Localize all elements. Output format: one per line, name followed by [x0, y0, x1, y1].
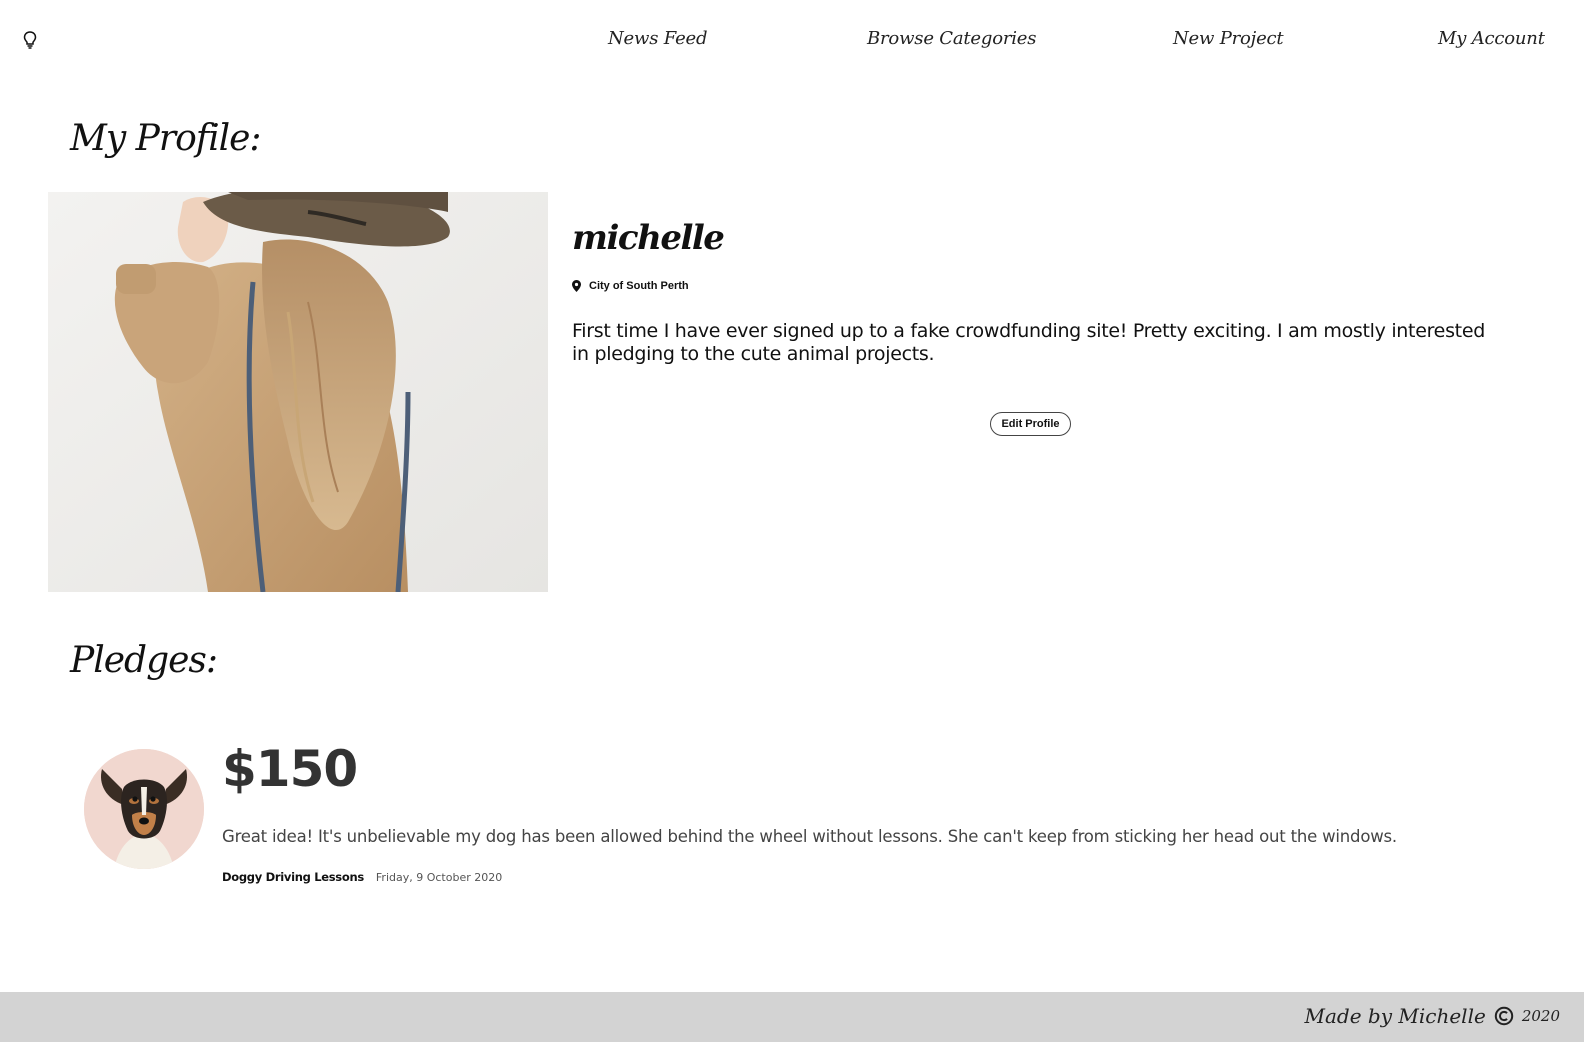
copyright-icon — [1494, 1006, 1514, 1026]
top-nav: News Feed Browse Categories New Project … — [0, 0, 1584, 80]
nav-link-browse-categories[interactable]: Browse Categories — [867, 28, 1036, 49]
pledge-comment: Great idea! It's unbelievable my dog has… — [222, 827, 1397, 846]
edit-profile-button[interactable]: Edit Profile — [990, 412, 1071, 436]
pledge-meta: Doggy Driving Lessons Friday, 9 October … — [222, 870, 502, 884]
location-label: City of South Perth — [589, 280, 689, 292]
profile-bio: First time I have ever signed up to a fa… — [572, 320, 1485, 365]
profile-username: michelle — [572, 218, 725, 258]
profile-location: City of South Perth — [572, 280, 689, 292]
lightbulb-icon[interactable] — [20, 29, 40, 51]
nav-link-new-project[interactable]: New Project — [1173, 28, 1284, 49]
pledge-date: Friday, 9 October 2020 — [375, 871, 503, 884]
profile-section-title: My Profile: — [70, 118, 262, 159]
pledge-amount: $150 — [222, 740, 358, 798]
footer: Made by Michelle 2020 — [0, 992, 1584, 1042]
footer-credit: Made by Michelle 2020 — [1305, 1004, 1560, 1028]
footer-credit-text: Made by Michelle — [1304, 1004, 1486, 1028]
map-pin-icon — [572, 280, 581, 292]
footer-year: 2020 — [1521, 1007, 1560, 1025]
pledges-section-title: Pledges: — [70, 640, 218, 681]
nav-link-news-feed[interactable]: News Feed — [608, 28, 708, 49]
profile-photo — [48, 192, 548, 592]
pledge-project-link[interactable]: Doggy Driving Lessons — [222, 870, 364, 884]
nav-link-my-account[interactable]: My Account — [1438, 28, 1545, 49]
pledge-project-avatar — [84, 749, 204, 869]
